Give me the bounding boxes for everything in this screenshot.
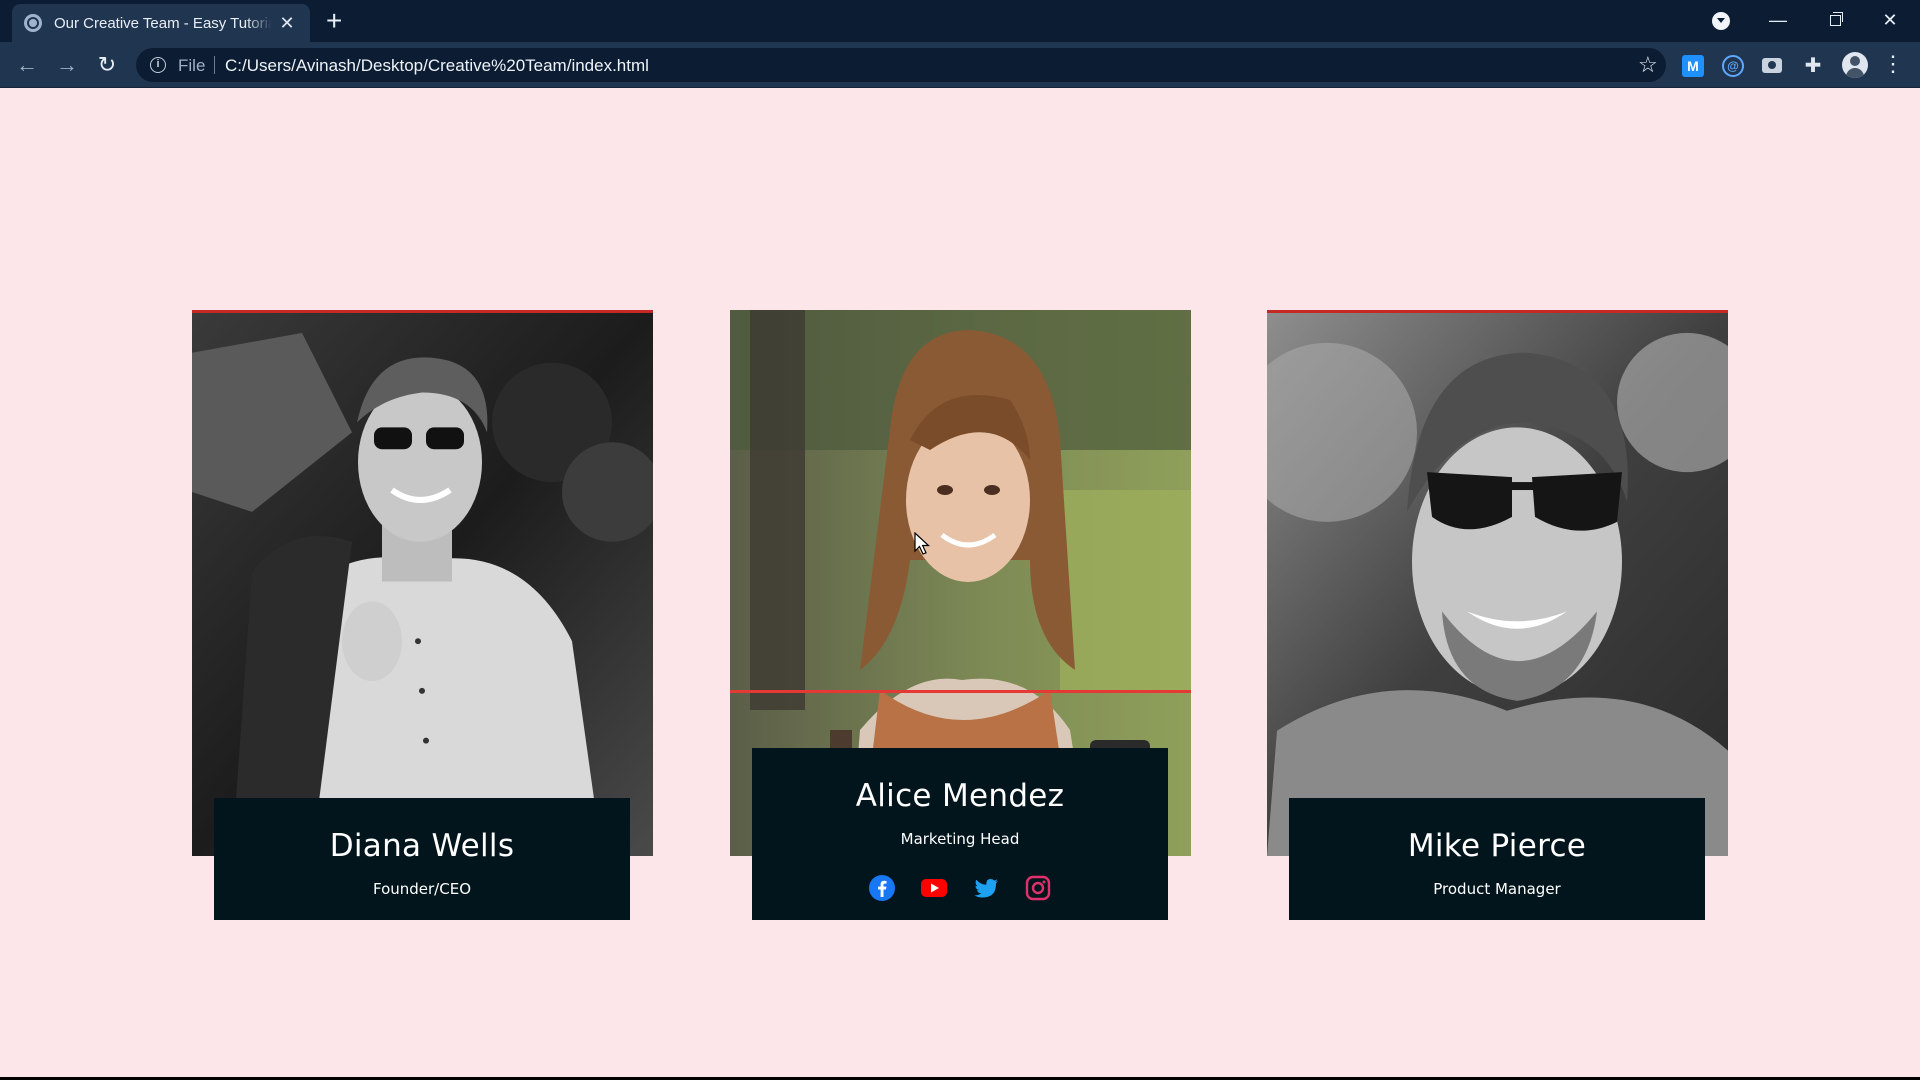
twitter-icon[interactable] <box>972 874 1000 902</box>
more-icon[interactable]: ⋮ <box>1882 51 1904 77</box>
profile-photo-image <box>1267 313 1728 856</box>
instagram-icon[interactable] <box>1024 874 1052 902</box>
url-text[interactable]: C:/Users/Avinash/Desktop/Creative%20Team… <box>225 56 649 76</box>
window-close-button[interactable]: ✕ <box>1870 6 1910 34</box>
minimize-button[interactable]: — <box>1758 6 1798 34</box>
mouse-cursor-icon <box>914 532 931 555</box>
facebook-icon[interactable] <box>868 874 896 902</box>
social-links <box>752 874 1168 902</box>
team-card-diana[interactable]: Diana Wells Founder/CEO <box>192 310 653 920</box>
team-card-mike[interactable]: Mike Pierce Product Manager <box>1267 310 1728 920</box>
member-name: Alice Mendez <box>855 778 1065 814</box>
puzzle-icon[interactable]: ✚ <box>1802 55 1824 77</box>
profile-photo-image <box>192 313 653 856</box>
youtube-icon[interactable] <box>920 874 948 902</box>
info-icon[interactable]: i <box>150 57 166 73</box>
hover-accent-line <box>730 690 1191 693</box>
browser-toolbar: ← → ↻ i File C:/Users/Avinash/Desktop/Cr… <box>0 42 1920 88</box>
reload-icon[interactable]: ↻ <box>93 51 121 79</box>
member-name: Diana Wells <box>329 828 515 864</box>
member-name: Mike Pierce <box>1407 828 1587 864</box>
camera-icon[interactable] <box>1762 58 1782 73</box>
tab-search-icon[interactable] <box>1712 12 1730 30</box>
member-info-box: Alice Mendez Marketing Head <box>752 748 1168 920</box>
star-icon[interactable]: ☆ <box>1638 52 1658 78</box>
url-scheme: File <box>178 56 206 75</box>
member-role: Founder/CEO <box>372 880 471 898</box>
member-info-box: Mike Pierce Product Manager <box>1289 798 1705 920</box>
member-info-box: Diana Wells Founder/CEO <box>214 798 630 920</box>
browser-titlebar: Our Creative Team - Easy Tutorials ✕ + —… <box>0 0 1920 42</box>
team-card-alice[interactable]: Alice Mendez Marketing Head <box>730 310 1191 920</box>
profile-photo <box>1267 310 1728 856</box>
browser-tab[interactable]: Our Creative Team - Easy Tutorials ✕ <box>12 4 310 42</box>
avatar-icon[interactable] <box>1842 52 1868 78</box>
tab-title: Our Creative Team - Easy Tutorials <box>54 14 272 32</box>
profile-photo <box>192 310 653 856</box>
close-icon[interactable]: ✕ <box>276 13 298 34</box>
globe-icon <box>24 14 42 32</box>
member-role: Marketing Head <box>900 830 1020 848</box>
back-arrow-icon[interactable]: ← <box>13 51 41 79</box>
new-tab-button[interactable]: + <box>326 6 342 36</box>
member-role: Product Manager <box>1433 880 1561 898</box>
forward-arrow-icon[interactable]: → <box>53 51 81 79</box>
url-separator <box>214 56 215 74</box>
extension-m-icon[interactable]: M <box>1682 55 1704 77</box>
address-bar[interactable]: i File C:/Users/Avinash/Desktop/Creative… <box>136 48 1666 82</box>
restore-button[interactable] <box>1815 6 1855 34</box>
extension-at-icon[interactable]: @ <box>1722 55 1744 77</box>
